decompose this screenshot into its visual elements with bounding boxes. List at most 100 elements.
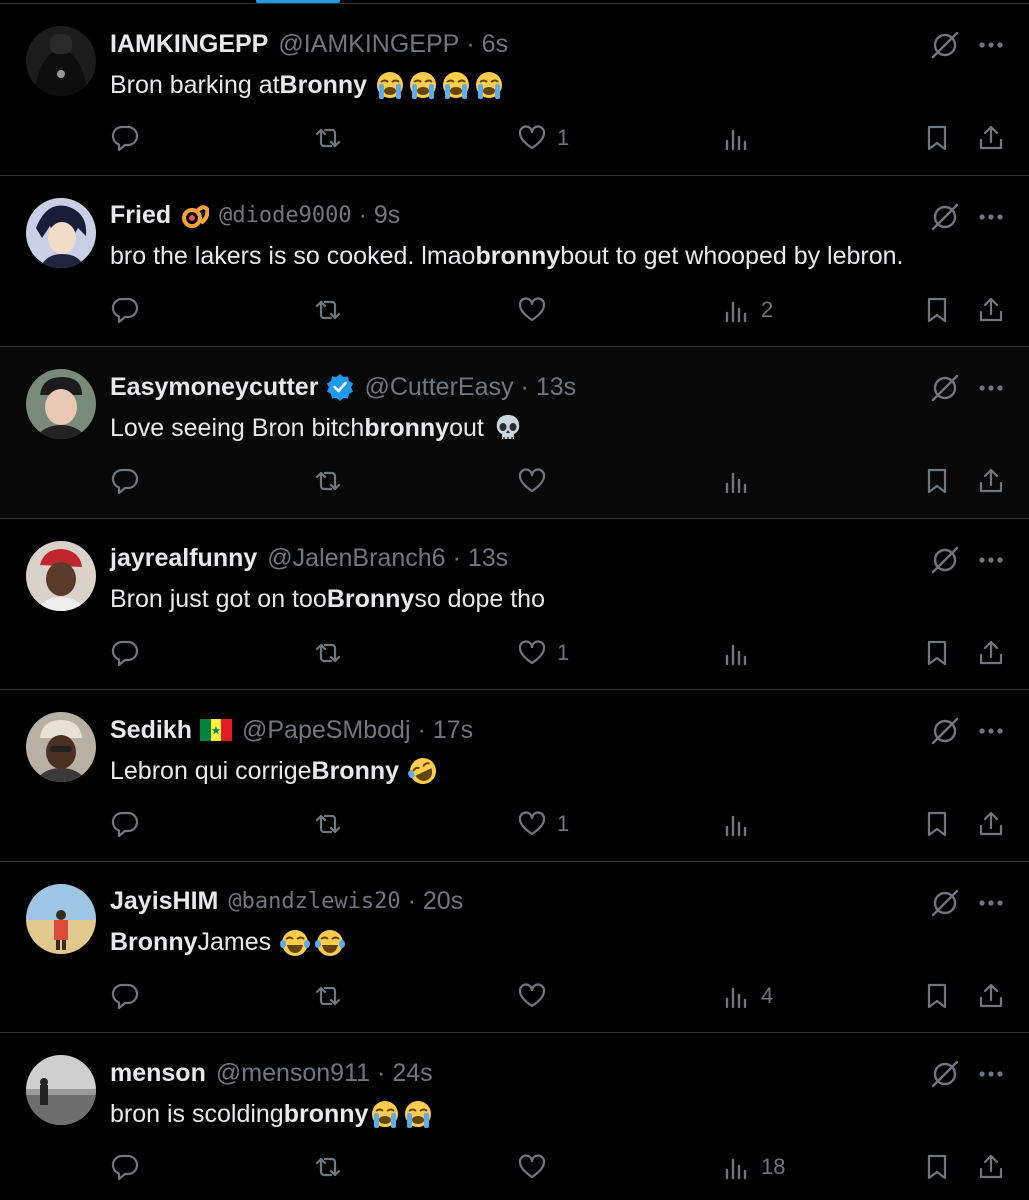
share-button[interactable] <box>976 290 1006 330</box>
share-button[interactable] <box>976 633 1006 673</box>
tweet[interactable]: IAMKINGEPP @IAMKINGEPP · 6s Bron barking… <box>0 4 1029 176</box>
tweet[interactable]: Sedikh @PapeSMbodj · 17s Lebron qui corr… <box>0 690 1029 862</box>
like-button[interactable] <box>517 461 557 501</box>
username[interactable]: @bandzlewis20 <box>228 889 400 914</box>
tweet[interactable]: Fried @diode9000 · 9s bro the lakers is … <box>0 176 1029 347</box>
display-name[interactable]: Fried <box>110 201 171 230</box>
timestamp[interactable]: 9s <box>374 201 400 230</box>
tweet[interactable]: JayisHIM @bandzlewis20 · 20s Bronny Jame… <box>0 862 1029 1033</box>
share-button[interactable] <box>976 976 1006 1016</box>
display-name[interactable]: IAMKINGEPP <box>110 30 268 59</box>
bookmark-button[interactable] <box>922 633 952 673</box>
bookmark-button[interactable] <box>922 118 952 158</box>
retweet-button[interactable] <box>313 118 343 158</box>
share-button[interactable] <box>976 804 1006 844</box>
tweet-text: Bron just got on too Bronny so dope tho <box>110 581 545 619</box>
like-button[interactable]: 1 <box>517 804 569 844</box>
bookmark-button[interactable] <box>922 290 952 330</box>
reply-button[interactable] <box>110 1147 140 1187</box>
share-button[interactable] <box>976 461 1006 501</box>
views-button[interactable] <box>721 118 761 158</box>
display-name[interactable]: menson <box>110 1059 206 1088</box>
timestamp[interactable]: 24s <box>392 1059 432 1088</box>
like-button[interactable]: 1 <box>517 118 569 158</box>
display-name[interactable]: Easymoneycutter <box>110 373 318 402</box>
more-options-icon[interactable] <box>976 375 1006 401</box>
bookmark-button[interactable] <box>922 804 952 844</box>
timestamp[interactable]: 13s <box>468 544 508 573</box>
avatar[interactable] <box>26 883 96 954</box>
avatar[interactable] <box>26 712 96 782</box>
reply-button[interactable] <box>110 290 140 330</box>
username[interactable]: @diode9000 <box>219 203 351 228</box>
reply-button[interactable] <box>110 118 140 158</box>
highlighted-term: bronny <box>475 242 561 270</box>
more-options-icon[interactable] <box>976 890 1006 916</box>
more-options-icon[interactable] <box>976 718 1006 744</box>
grok-icon[interactable] <box>928 371 962 405</box>
avatar[interactable] <box>26 369 96 439</box>
avatar[interactable] <box>26 1055 96 1125</box>
timestamp[interactable]: 6s <box>482 30 508 59</box>
like-button[interactable]: 1 <box>517 633 569 673</box>
more-options-icon[interactable] <box>976 204 1006 230</box>
display-name[interactable]: Sedikh <box>110 716 192 745</box>
reply-button[interactable] <box>110 976 140 1016</box>
text-segment: so dope tho <box>414 585 545 613</box>
like-button[interactable] <box>517 290 557 330</box>
reply-button[interactable] <box>110 804 140 844</box>
separator: · <box>417 715 426 744</box>
avatar[interactable] <box>26 197 96 268</box>
tweet[interactable]: Easymoneycutter @CutterEasy · 13s Love s… <box>0 347 1029 519</box>
retweet-button[interactable] <box>313 1147 343 1187</box>
bookmark-button[interactable] <box>922 976 952 1016</box>
tweet[interactable]: menson @menson911 · 24s bron is scolding… <box>0 1033 1029 1200</box>
grok-icon[interactable] <box>928 886 962 920</box>
reply-button[interactable] <box>110 633 140 673</box>
like-button[interactable] <box>517 1147 557 1187</box>
more-options-icon[interactable] <box>976 32 1006 58</box>
tweet[interactable]: jayrealfunny @JalenBranch6 · 13s Bron ju… <box>0 519 1029 690</box>
views-button[interactable]: 2 <box>721 290 773 330</box>
tweet-actions: 2 <box>0 290 1029 330</box>
like-button[interactable] <box>517 976 557 1016</box>
retweet-button[interactable] <box>313 633 343 673</box>
views-button[interactable] <box>721 804 761 844</box>
bookmark-button[interactable] <box>922 1147 952 1187</box>
highlighted-term: Bronny <box>326 585 415 613</box>
username[interactable]: @CutterEasy <box>364 373 513 402</box>
timestamp[interactable]: 13s <box>536 373 576 402</box>
reply-button[interactable] <box>110 461 140 501</box>
username[interactable]: @IAMKINGEPP <box>278 30 459 59</box>
views-button[interactable] <box>721 633 761 673</box>
share-button[interactable] <box>976 118 1006 158</box>
retweet-button[interactable] <box>313 804 343 844</box>
grok-icon[interactable] <box>928 28 962 62</box>
grok-icon[interactable] <box>928 1057 962 1091</box>
username[interactable]: @JalenBranch6 <box>267 544 445 573</box>
display-name[interactable]: JayisHIM <box>110 887 218 916</box>
bookmark-button[interactable] <box>922 461 952 501</box>
views-button[interactable]: 18 <box>721 1147 785 1187</box>
more-options-icon[interactable] <box>976 547 1006 573</box>
more-options-icon[interactable] <box>976 1061 1006 1087</box>
timestamp[interactable]: 20s <box>423 887 463 916</box>
timestamp[interactable]: 17s <box>433 716 473 745</box>
grok-icon[interactable] <box>928 543 962 577</box>
avatar[interactable] <box>26 540 96 611</box>
username[interactable]: @menson911 <box>216 1059 370 1088</box>
display-name[interactable]: jayrealfunny <box>110 544 257 573</box>
separator: · <box>377 1058 386 1087</box>
avatar[interactable] <box>26 26 96 96</box>
tweet-text: bron is scolding bronny <box>110 1095 433 1133</box>
retweet-button[interactable] <box>313 461 343 501</box>
retweet-button[interactable] <box>313 976 343 1016</box>
grok-icon[interactable] <box>928 714 962 748</box>
views-button[interactable]: 4 <box>721 976 773 1016</box>
username[interactable]: @PapeSMbodj <box>242 716 411 745</box>
ok-hand-icon <box>179 201 210 231</box>
grok-icon[interactable] <box>928 200 962 234</box>
share-button[interactable] <box>976 1147 1006 1187</box>
views-button[interactable] <box>721 461 761 501</box>
retweet-button[interactable] <box>313 290 343 330</box>
